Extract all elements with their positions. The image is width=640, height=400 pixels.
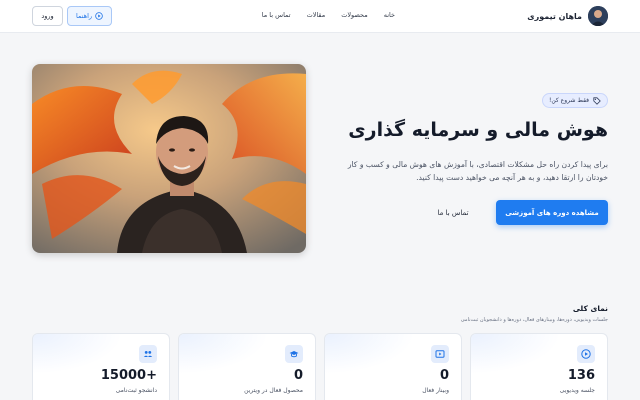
avatar [588, 6, 608, 26]
nav-contact[interactable]: تماس با ما [262, 11, 291, 19]
stat-label: محصول فعال در ویترین [244, 387, 303, 394]
tag-icon [593, 96, 601, 105]
login-button[interactable]: ورود [32, 6, 63, 26]
hero-title: هوش مالی و سرمایه گذاری [348, 119, 608, 141]
main-nav: خانه محصولات مقالات تماس با ما [262, 11, 395, 19]
top-navbar: ماهان تیموری خانه محصولات مقالات تماس با… [0, 0, 640, 33]
stat-value: 15000+ [100, 368, 157, 383]
stat-card-active-webinars: 0 وبینار فعال [324, 333, 462, 400]
guide-label: راهنما [75, 12, 93, 20]
stat-value: 136 [567, 368, 595, 383]
webinar-icon [431, 345, 449, 363]
stat-card-students: 15000+ دانشجو ثبت‌نامی [32, 333, 170, 400]
brand[interactable]: ماهان تیموری [527, 6, 608, 26]
overview-title: نمای کلی [572, 304, 608, 313]
nav-products[interactable]: محصولات [341, 11, 368, 19]
brand-name: ماهان تیموری [527, 11, 582, 21]
stat-card-video-sessions: 136 جلسه ویدیویی [470, 333, 608, 400]
nav-articles[interactable]: مقالات [307, 11, 326, 19]
video-icon [577, 345, 595, 363]
hero-image [32, 64, 306, 253]
tag-label: فقط شروع کن! [548, 97, 589, 104]
nav-home[interactable]: خانه [384, 11, 395, 19]
play-circle-icon [95, 12, 103, 20]
students-icon [139, 345, 157, 363]
stat-label: جلسه ویدیویی [559, 387, 595, 394]
contact-us-button[interactable]: تماس با ما [425, 204, 481, 222]
promo-tag: فقط شروع کن! [541, 93, 608, 108]
hero-description: برای پیدا کردن راه حل مشکلات اقتصادی، با… [347, 160, 608, 182]
stat-label: وبینار فعال [422, 387, 449, 394]
graduation-cap-icon [285, 345, 303, 363]
stat-value: 0 [293, 368, 303, 383]
stat-value: 0 [439, 368, 449, 383]
view-courses-button[interactable]: مشاهده دوره های آموزشی [496, 200, 608, 225]
stat-label: دانشجو ثبت‌نامی [115, 387, 157, 394]
guide-button[interactable]: راهنما [67, 6, 112, 26]
stat-card-active-products: 0 محصول فعال در ویترین [178, 333, 316, 400]
overview-subtitle: جلسات ویدیویی، دوره‌ها، وبینارهای فعال، … [460, 317, 608, 323]
